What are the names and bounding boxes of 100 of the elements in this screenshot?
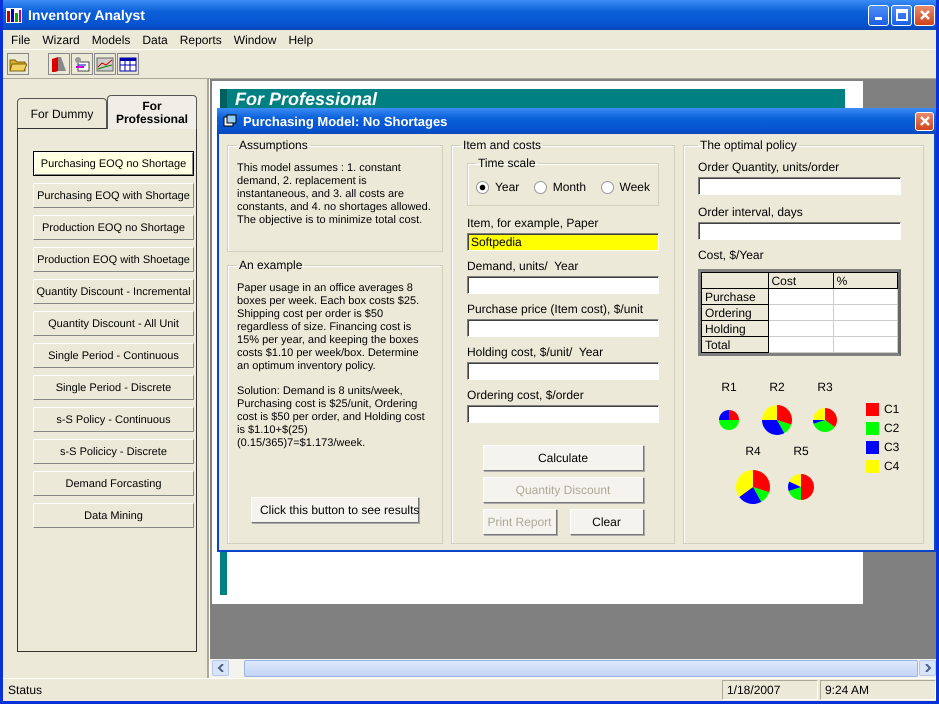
close-icon <box>918 115 930 127</box>
table-cell <box>768 288 834 304</box>
scroll-right-button[interactable] <box>919 660 936 676</box>
bar-chart-icon <box>6 7 22 23</box>
maximize-button[interactable] <box>891 4 912 26</box>
menu-item[interactable]: Wizard <box>42 32 80 46</box>
model-button[interactable]: Quantity Discount - Incremental <box>33 279 194 304</box>
input-field[interactable]: Softpedia <box>467 233 659 251</box>
model-button[interactable]: Production EOQ with Shoetage <box>33 247 194 272</box>
input-field[interactable] <box>698 222 901 240</box>
model-button[interactable]: s-S Policy - Continuous <box>33 407 194 432</box>
pie-chart-drawing <box>719 410 739 430</box>
field-label: Holding cost, $/unit/ Year <box>467 345 604 360</box>
action-button[interactable]: Clear <box>570 509 644 535</box>
pie-label: R2 <box>769 380 785 394</box>
radio-option[interactable]: Month <box>534 180 586 194</box>
book-icon[interactable] <box>48 53 70 75</box>
input-field[interactable] <box>467 276 659 294</box>
menu-item[interactable]: Reports <box>180 32 222 46</box>
radio-button[interactable] <box>534 180 547 194</box>
legend-label: C3 <box>884 440 900 454</box>
input-field[interactable] <box>467 362 659 380</box>
scroll-thumb[interactable] <box>244 660 918 677</box>
close-button[interactable] <box>915 112 934 130</box>
assumptions-text: This model assumes : 1. constant demand, 2. replacement is instantaneous, and 3. all costs are constants, and 4. no shortages allowed. The objective is to minimize total cost. <box>237 162 432 227</box>
table-cell <box>833 304 898 320</box>
column-header: Cost <box>768 272 834 288</box>
pie-label: R3 <box>817 380 833 394</box>
row-header: Purchase <box>702 288 768 304</box>
legend-label: C1 <box>884 402 900 416</box>
pie-chart-drawing <box>788 474 814 500</box>
maximize-icon <box>896 9 908 21</box>
group-title: Assumptions <box>238 138 309 152</box>
status-time: 9:24 AM <box>820 680 936 700</box>
table-cell <box>768 336 834 352</box>
group-title: The optimal policy <box>699 138 798 152</box>
model-button[interactable]: Purchasing EOQ with Shortage <box>33 183 194 208</box>
line-chart-icon[interactable] <box>94 53 116 75</box>
tab[interactable]: For Dummy <box>17 98 107 128</box>
table-cell <box>833 288 898 304</box>
field-label: Ordering cost, $/order <box>467 388 585 403</box>
pie-label: R5 <box>793 444 809 458</box>
window-icon <box>223 114 237 128</box>
model-button[interactable]: Demand Forcasting <box>33 471 194 496</box>
legend-label: C2 <box>884 421 900 435</box>
menu-item[interactable]: Models <box>92 32 130 46</box>
menu-item[interactable]: File <box>11 32 30 46</box>
pie-chart-drawing <box>762 405 792 435</box>
action-button[interactable]: Calculate <box>482 445 644 471</box>
folder-icon[interactable] <box>7 53 29 75</box>
legend-label: C4 <box>884 459 900 473</box>
radio-button[interactable] <box>600 180 614 194</box>
scroll-left-button[interactable] <box>212 660 229 676</box>
horizontal-scrollbar[interactable] <box>210 659 936 678</box>
menu-item[interactable]: Data <box>142 32 168 46</box>
model-button[interactable]: Production EOQ no Shortage <box>33 215 194 240</box>
input-field[interactable] <box>467 405 659 423</box>
window-title: Inventory Analyst <box>28 7 146 23</box>
field-label: Purchase price (Item cost), $/unit <box>467 302 644 317</box>
group-title: Item and costs <box>462 138 542 152</box>
menu-item[interactable]: Help <box>288 32 314 46</box>
close-button[interactable] <box>914 4 935 26</box>
model-button[interactable]: s-S Policicy - Discrete <box>33 439 194 464</box>
radio-option[interactable]: Week <box>600 180 650 194</box>
radio-label: Month <box>552 180 586 194</box>
input-field[interactable] <box>467 319 659 337</box>
table-title: Cost, $/Year <box>698 248 765 263</box>
minimize-icon <box>875 17 882 20</box>
row-header: Total <box>702 336 768 352</box>
table-cell <box>833 336 898 352</box>
results-button[interactable]: Click this button to see results <box>251 497 419 523</box>
model-button[interactable]: Quantity Discount - All Unit <box>33 311 194 336</box>
radio-option[interactable]: Year <box>476 180 520 194</box>
row-header: Ordering <box>702 304 768 320</box>
input-field[interactable] <box>698 177 901 195</box>
table-icon[interactable] <box>117 53 139 75</box>
pie-label: R4 <box>745 444 761 458</box>
radio-button[interactable] <box>476 180 489 194</box>
menu-item[interactable]: Window <box>234 32 276 46</box>
tab[interactable]: For Professional <box>107 95 197 129</box>
pie-chart-drawing <box>736 470 770 504</box>
model-button[interactable]: Single Period - Continuous <box>33 343 194 368</box>
example-text: Paper usage in an office averages 8 boxes per week. Each box costs $25. Shipping cost per order is $50 regardless of size. Financing cost is 15% per year, and keeping the boxes costs $1.10 per week/box. Determine an optimum inventory policy. <box>237 282 420 373</box>
group-title: Time scale <box>477 156 537 170</box>
model-button[interactable]: Data Mining <box>33 503 194 528</box>
model-button[interactable]: Single Period - Discrete <box>33 375 194 400</box>
field-label: Order Quantity, units/order <box>698 160 840 175</box>
dialog-title: Purchasing Model: No Shortages <box>243 114 448 128</box>
minimize-button[interactable] <box>868 4 889 26</box>
pie-chart-drawing <box>813 408 837 432</box>
radio-label: Year <box>495 180 520 194</box>
status-date: 1/18/2007 <box>722 680 818 700</box>
pie-label: R1 <box>721 380 737 394</box>
row-header: Holding <box>702 320 768 336</box>
field-label: Demand, units/ Year <box>467 259 580 274</box>
model-button[interactable]: Purchasing EOQ no Shortage <box>33 151 194 176</box>
form-icon[interactable] <box>71 53 93 75</box>
field-label: Order interval, days <box>698 205 804 220</box>
field-label: Item, for example, Paper <box>467 216 600 231</box>
table-cell <box>768 320 834 336</box>
